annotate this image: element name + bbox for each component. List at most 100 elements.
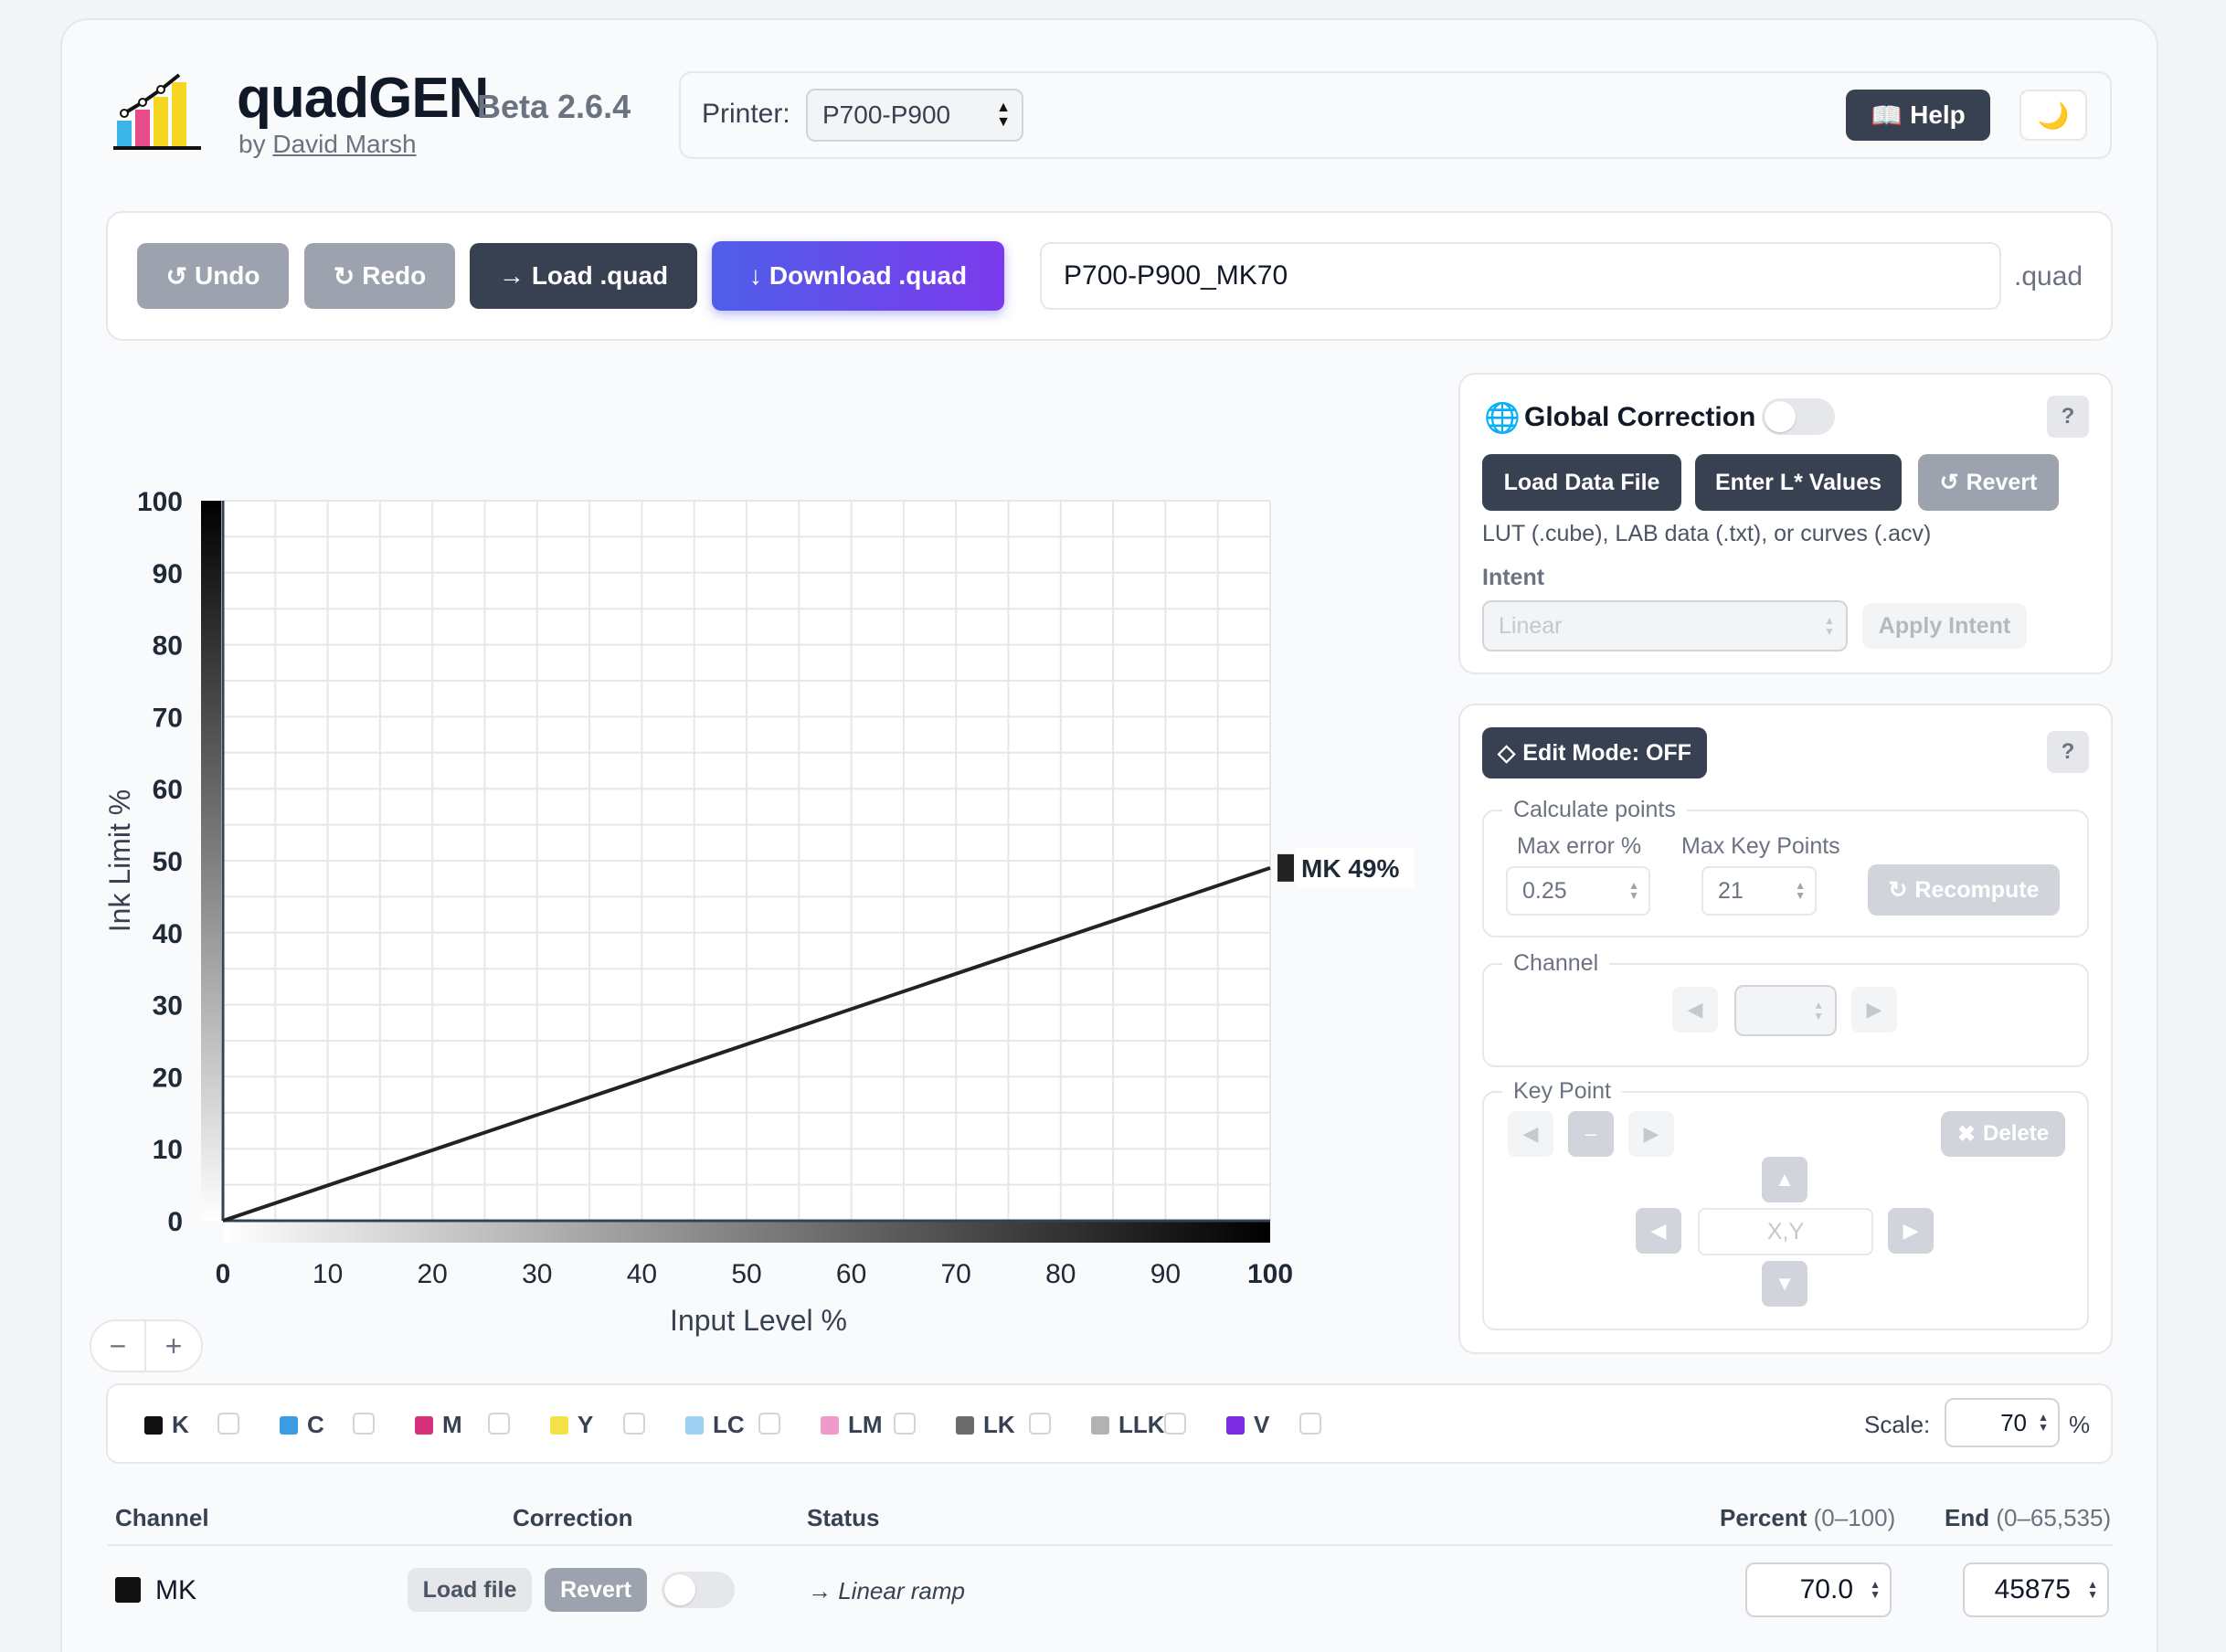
curve-chart[interactable]: 0 10 20 30 40 50 60 70 80 90 100 0 10 20 30 40 50 60 70 80… [91,457,1426,1352]
spinner-icon: ▲ ▼ [2038,1411,2049,1434]
prev-key-point-button[interactable]: ◀ [1508,1111,1553,1157]
ink-label: Y [578,1411,594,1438]
y-tick-label: 0 [167,1207,183,1237]
redo-button[interactable]: ↻ Redo [304,243,455,309]
undo-button[interactable]: ↺ Undo [137,243,289,309]
delete-key-point-button[interactable]: ✖ Delete [1941,1111,2065,1157]
scale-label: Scale: [1864,1411,1931,1438]
ink-checkbox-lk[interactable] [1029,1413,1051,1435]
intent-label: Intent [1482,565,1545,590]
channel-name: MK [155,1575,196,1605]
ink-checkbox-c[interactable] [353,1413,375,1435]
logo-icon [113,73,201,150]
end-input[interactable]: 45875 ▲ ▼ [1963,1562,2109,1617]
ink-channel-m: M [415,1411,462,1439]
help-button[interactable]: 📖 Help [1846,90,1990,141]
select-arrows-icon: ▲ ▼ [1813,999,1824,1022]
ink-swatch [550,1415,568,1435]
ink-channel-lk: LK [956,1411,1015,1439]
x-tick-label: 20 [418,1259,448,1289]
y-tick-label: 60 [153,775,183,805]
channel-select[interactable]: ▲ ▼ [1734,985,1837,1036]
max-error-input[interactable]: 0.25 ▲ ▼ [1506,866,1650,916]
max-key-points-label: Max Key Points [1681,833,1840,859]
x-tick-label: 50 [731,1259,761,1289]
ink-checkbox-y[interactable] [623,1413,645,1435]
spinner-icon: ▲ ▼ [1795,879,1806,902]
enter-l-values-button[interactable]: Enter L* Values [1695,454,1902,511]
global-correction-toggle[interactable] [1762,398,1835,435]
nudge-up-button[interactable]: ▲ [1762,1157,1807,1202]
end-label-swatch [1277,853,1294,882]
y-tick-labels: 0 10 20 30 40 50 60 70 80 90 100 [137,487,183,1237]
ink-checkbox-llk[interactable] [1164,1413,1186,1435]
next-channel-button[interactable]: ▶ [1851,987,1897,1032]
nudge-down-button[interactable]: ▼ [1762,1261,1807,1307]
row-revert-button[interactable]: Revert [545,1568,647,1612]
redo-label: Redo [362,261,427,290]
x-tick-label: 100 [1247,1259,1293,1289]
y-gradient-bar [201,501,221,1221]
ink-label: LC [713,1411,745,1438]
ink-checkbox-lm[interactable] [894,1413,916,1435]
load-data-file-button[interactable]: Load Data File [1482,454,1681,511]
triangle-right-icon: ▶ [1643,1122,1659,1145]
global-correction-help-button[interactable]: ? [2047,396,2089,438]
nudge-right-button[interactable]: ▶ [1888,1208,1934,1254]
ink-channel-k: K [144,1411,189,1439]
globe-icon: 🌐 [1484,401,1521,434]
percent-value: 70.0 [1799,1574,1853,1604]
grid-lines [222,500,1271,1222]
ink-channel-c: C [280,1411,324,1439]
x-gradient-bar [223,1221,1270,1243]
ink-swatch [821,1415,839,1435]
global-revert-button[interactable]: ↺ Revert [1918,454,2059,511]
triangle-right-icon: ▶ [1866,998,1882,1021]
printer-select[interactable]: P700-P900 ▲ ▼ [806,89,1023,142]
load-quad-button[interactable]: → Load .quad [470,243,697,309]
download-quad-button[interactable]: ↓ Download .quad [712,241,1004,311]
edit-mode-help-button[interactable]: ? [2047,731,2089,773]
revert-icon: ↺ [1939,470,1959,495]
select-arrows-icon: ▲ ▼ [1824,614,1835,638]
intent-select[interactable]: Linear ▲ ▼ [1482,600,1848,651]
row-correction-toggle[interactable] [662,1572,735,1608]
arrow-down-icon: ↓ [748,261,762,290]
y-tick-label: 20 [153,1063,183,1093]
filename-input[interactable]: P700-P900_MK70 [1040,242,2001,310]
select-arrows-icon: ▲ ▼ [996,100,1011,130]
author-link[interactable]: David Marsh [272,130,416,158]
channel-legend: Channel [1502,950,1610,977]
theme-toggle-button[interactable]: 🌙 [2019,90,2087,141]
ink-checkbox-lc[interactable] [758,1413,780,1435]
max-key-points-input[interactable]: 21 ▲ ▼ [1701,866,1817,916]
load-file-button[interactable]: Load file [408,1568,532,1612]
nudge-left-button[interactable]: ◀ [1636,1208,1681,1254]
zoom-out-button[interactable]: − [91,1321,146,1371]
load-data-hint: LUT (.cube), LAB data (.txt), or curves … [1482,521,1932,546]
y-tick-label: 100 [137,487,183,517]
scale-input[interactable]: 70 ▲ ▼ [1945,1398,2060,1447]
ink-checkbox-v[interactable] [1299,1413,1321,1435]
end-value: 45875 [1994,1574,2071,1604]
max-error-value: 0.25 [1522,877,1567,904]
recompute-button[interactable]: ↻ Recompute [1868,864,2060,916]
arrow-right-icon: → [498,261,525,290]
next-key-point-button[interactable]: ▶ [1628,1111,1674,1157]
edit-mode-toggle-button[interactable]: ◇ Edit Mode: OFF [1482,727,1707,778]
key-point-legend: Key Point [1502,1078,1623,1105]
book-icon: 📖 [1871,101,1903,130]
triangle-left-icon: ◀ [1650,1219,1667,1242]
apply-intent-button[interactable]: Apply Intent [1862,603,2027,649]
triangle-right-icon: ▶ [1903,1219,1919,1242]
xy-input[interactable]: X,Y [1698,1208,1873,1255]
prev-channel-button[interactable]: ◀ [1672,987,1718,1032]
ink-checkbox-k[interactable] [217,1413,239,1435]
channel-swatch [115,1577,141,1603]
ink-checkbox-m[interactable] [488,1413,510,1435]
col-header-percent: Percent (0–100) [1720,1504,1895,1532]
ink-label: LM [848,1411,883,1438]
col-header-correction: Correction [513,1504,633,1531]
percent-input[interactable]: 70.0 ▲ ▼ [1745,1562,1892,1617]
zoom-in-button[interactable]: + [146,1321,201,1371]
